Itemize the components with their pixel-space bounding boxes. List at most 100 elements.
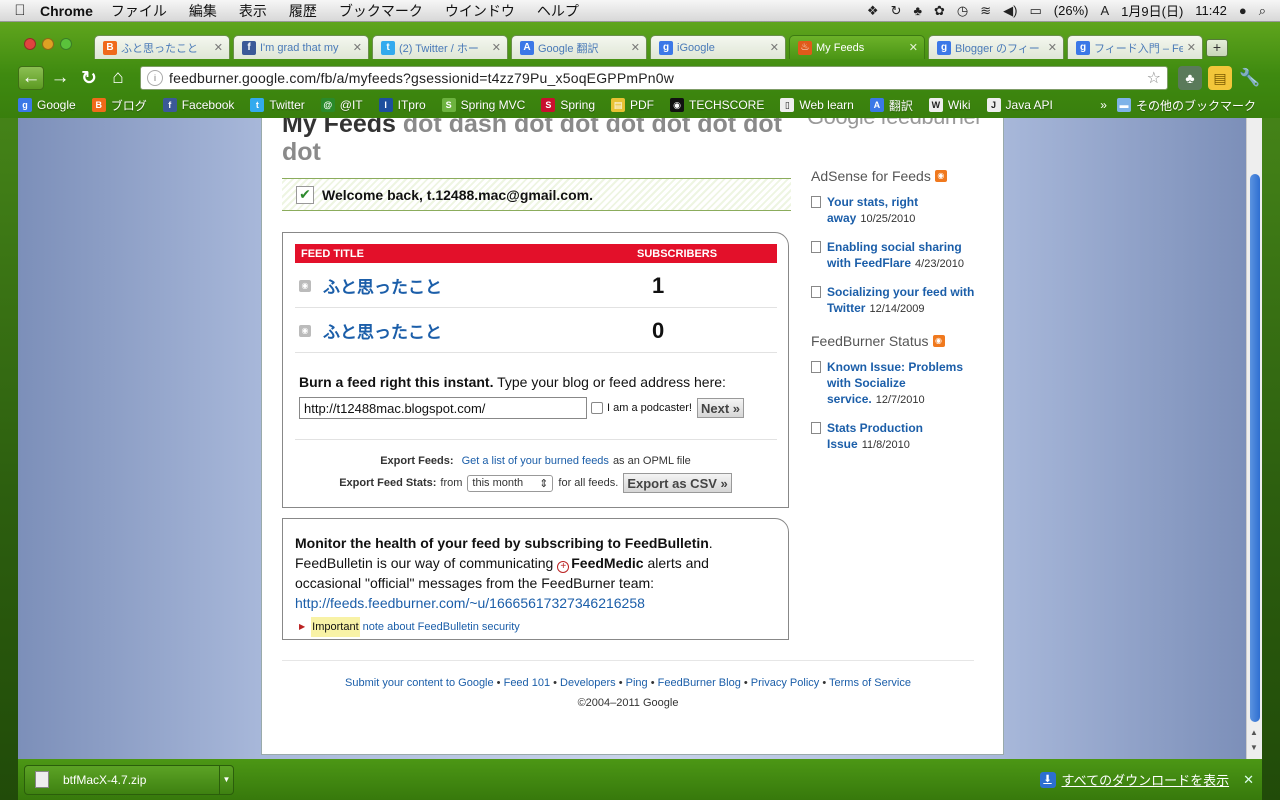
- export-csv-button[interactable]: Export as CSV »: [623, 473, 732, 493]
- spotlight-icon[interactable]: ⌕: [1259, 3, 1266, 19]
- sidebar-post[interactable]: Socializing your feed with Twitter 12/14/…: [811, 284, 981, 317]
- volume-icon[interactable]: ◀): [1003, 3, 1017, 19]
- important-label[interactable]: Important: [311, 617, 360, 637]
- paw-icon[interactable]: ✿: [934, 3, 945, 19]
- clock-date[interactable]: 1月9日(日): [1121, 1, 1183, 20]
- page-info-icon[interactable]: i: [147, 70, 163, 86]
- bookmark-item[interactable]: B ブログ: [91, 97, 147, 114]
- bookmark-item[interactable]: f Facebook: [162, 98, 234, 112]
- time-machine-icon[interactable]: ◷: [957, 3, 968, 19]
- sidebar-post[interactable]: Enabling social sharing with FeedFlare 4/…: [811, 239, 981, 272]
- podcaster-checkbox[interactable]: [591, 402, 603, 414]
- bookmark-item[interactable]: S Spring MVC: [441, 98, 525, 112]
- tab-0[interactable]: B ふと思ったこと ✕: [94, 35, 230, 59]
- close-tab-icon[interactable]: ✕: [1048, 41, 1057, 54]
- wifi-icon[interactable]: ≋: [980, 3, 991, 19]
- download-item[interactable]: btfMacX-4.7.zip ▼: [24, 764, 234, 795]
- apple-menu-icon[interactable]: : [0, 2, 40, 19]
- other-bookmarks[interactable]: ▬ その他のブックマーク: [1116, 97, 1256, 114]
- sidebar-post[interactable]: Stats Production Issue 11/8/2010: [811, 420, 981, 453]
- sync-icon[interactable]: ↻: [891, 3, 902, 19]
- address-url[interactable]: feedburner.google.com/fb/a/myfeeds?gsess…: [169, 70, 1147, 86]
- tab-3[interactable]: A Google 翻訳 ✕: [511, 35, 647, 59]
- feedburner-logo[interactable]: Google feedburner: [807, 118, 982, 130]
- bookmark-item[interactable]: ▯ Web learn: [780, 98, 854, 112]
- zoom-window-button[interactable]: [60, 38, 72, 50]
- feed-title-link[interactable]: ふと思ったこと: [323, 318, 652, 343]
- bookmark-item[interactable]: ▤ PDF: [611, 98, 654, 112]
- footer-link[interactable]: Ping: [626, 677, 648, 689]
- menu-history[interactable]: 履歴: [289, 1, 317, 21]
- chevron-right-icon[interactable]: »: [1100, 98, 1107, 112]
- close-tab-icon[interactable]: ✕: [1187, 41, 1196, 54]
- period-select[interactable]: this month ⇕: [467, 474, 554, 492]
- dropbox-icon[interactable]: ❖: [867, 3, 879, 19]
- input-method-icon[interactable]: A: [1100, 3, 1109, 18]
- clock-time[interactable]: 11:42: [1195, 3, 1227, 18]
- sidebar-post[interactable]: Known Issue: Problems with Socialize ser…: [811, 359, 981, 408]
- menu-window[interactable]: ウインドウ: [445, 1, 515, 21]
- address-bar[interactable]: i feedburner.google.com/fb/a/myfeeds?gse…: [140, 66, 1168, 90]
- menu-help[interactable]: ヘルプ: [537, 1, 579, 21]
- sidebar-post[interactable]: Your stats, right away 10/25/2010: [811, 194, 981, 227]
- close-tab-icon[interactable]: ✕: [770, 41, 779, 54]
- evernote-extension-icon[interactable]: ♣: [1178, 66, 1202, 90]
- podcaster-option[interactable]: I am a podcaster!: [591, 402, 692, 414]
- menu-bookmarks[interactable]: ブックマーク: [339, 1, 423, 21]
- close-tab-icon[interactable]: ✕: [214, 41, 223, 54]
- app-menu[interactable]: Chrome: [40, 3, 93, 19]
- footer-link[interactable]: Terms of Service: [829, 677, 911, 689]
- bookmark-star-icon[interactable]: ☆: [1147, 68, 1161, 88]
- reload-button[interactable]: ↻: [76, 66, 102, 90]
- close-tab-icon[interactable]: ✕: [909, 41, 918, 54]
- footer-link[interactable]: Feed 101: [504, 677, 550, 689]
- footer-link[interactable]: FeedBurner Blog: [658, 677, 741, 689]
- close-tab-icon[interactable]: ✕: [353, 41, 362, 54]
- show-all-downloads-link[interactable]: ⬇ すべてのダウンロードを表示: [1039, 770, 1229, 789]
- bookmark-item[interactable]: I ITpro: [378, 98, 426, 112]
- home-button[interactable]: ⌂: [105, 66, 131, 90]
- bookmark-item[interactable]: g Google: [18, 98, 76, 112]
- scroll-down-icon[interactable]: ▼: [1250, 743, 1258, 752]
- tab-2[interactable]: t (2) Twitter / ホー ✕: [372, 35, 508, 59]
- back-button[interactable]: ←: [18, 66, 44, 90]
- tab-1[interactable]: f I'm grad that my ✕: [233, 35, 369, 59]
- bookmark-item[interactable]: W Wiki: [928, 98, 971, 112]
- close-icon[interactable]: ✕: [1243, 772, 1254, 788]
- tab-6[interactable]: g Blogger のフィー ✕: [928, 35, 1064, 59]
- wrench-menu-icon[interactable]: 🔧: [1238, 66, 1262, 90]
- tab-4[interactable]: g iGoogle ✕: [650, 35, 786, 59]
- next-button[interactable]: Next »: [697, 398, 745, 418]
- bookmark-item[interactable]: @ @IT: [320, 98, 363, 112]
- opml-export-link[interactable]: Get a list of your burned feeds: [462, 455, 609, 467]
- bookmark-item[interactable]: ◉ TECHSCORE: [670, 98, 764, 112]
- menu-edit[interactable]: 編集: [189, 1, 217, 21]
- evernote-icon[interactable]: ♣: [913, 3, 922, 18]
- page-scrollbar[interactable]: ▲ ▼: [1246, 118, 1262, 759]
- close-window-button[interactable]: [24, 38, 36, 50]
- feed-title-link[interactable]: ふと思ったこと: [323, 273, 652, 298]
- feed-address-input[interactable]: [299, 397, 587, 419]
- menu-view[interactable]: 表示: [239, 1, 267, 21]
- minimize-window-button[interactable]: [42, 38, 54, 50]
- footer-link[interactable]: Privacy Policy: [751, 677, 819, 689]
- forward-button[interactable]: →: [47, 66, 73, 90]
- tab-7[interactable]: g フィード入門 – Fe ✕: [1067, 35, 1203, 59]
- bookmark-item[interactable]: J Java API: [986, 98, 1053, 112]
- rss-feed-icon[interactable]: ◉: [932, 335, 945, 347]
- bookmark-item[interactable]: t Twitter: [250, 98, 305, 112]
- menu-file[interactable]: ファイル: [111, 1, 167, 21]
- bookmark-item[interactable]: A 翻訳: [869, 97, 913, 114]
- notes-extension-icon[interactable]: ▤: [1208, 66, 1232, 90]
- close-tab-icon[interactable]: ✕: [492, 41, 501, 54]
- user-icon[interactable]: ●: [1239, 3, 1247, 18]
- close-tab-icon[interactable]: ✕: [631, 41, 640, 54]
- footer-link[interactable]: Developers: [560, 677, 616, 689]
- new-tab-button[interactable]: +: [1206, 39, 1228, 57]
- footer-link[interactable]: Submit your content to Google: [345, 677, 494, 689]
- rss-feed-icon[interactable]: ◉: [934, 170, 947, 182]
- bookmark-item[interactable]: S Spring: [541, 98, 595, 112]
- security-note-link[interactable]: note about FeedBulletin security: [363, 617, 520, 637]
- chevron-down-icon[interactable]: ▼: [219, 765, 233, 794]
- scroll-up-icon[interactable]: ▲: [1250, 728, 1258, 737]
